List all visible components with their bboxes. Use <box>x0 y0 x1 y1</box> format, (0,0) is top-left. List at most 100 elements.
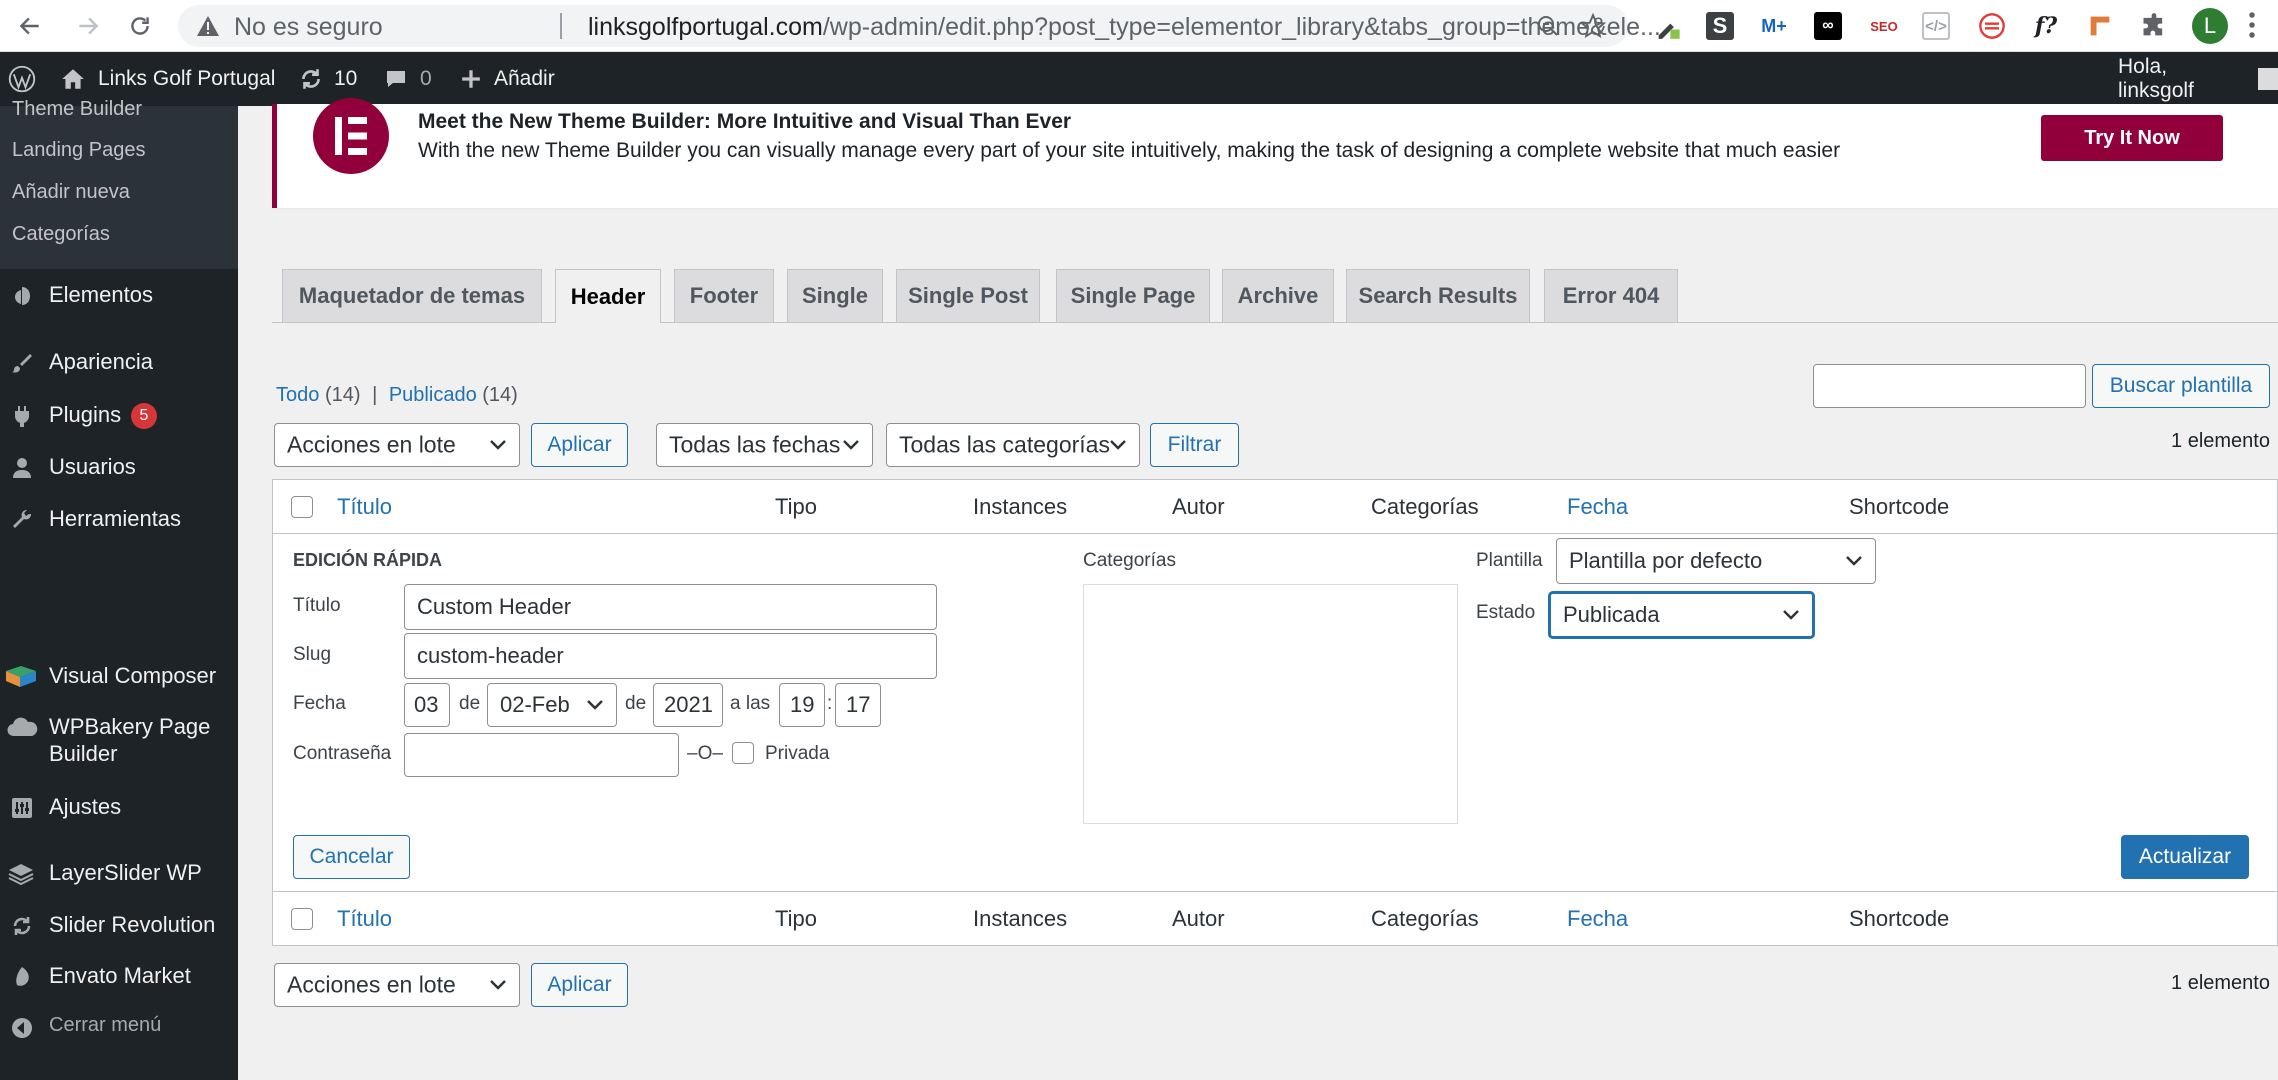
filter-all-link[interactable]: Todo <box>276 384 319 406</box>
tab-search-results[interactable]: Search Results <box>1346 269 1530 322</box>
comments-link[interactable]: 0 <box>384 52 432 106</box>
bookmark-star-icon[interactable] <box>1579 12 1607 44</box>
chevron-down-icon <box>1783 610 1799 620</box>
sidebar-item-slider-revolution[interactable]: Slider Revolution <box>0 912 238 944</box>
submenu-categories[interactable]: Categorías <box>12 223 110 246</box>
template-select[interactable]: Plantilla por defecto <box>1556 538 1876 584</box>
date-at-label: a las <box>730 693 771 714</box>
warning-icon[interactable] <box>196 15 220 42</box>
eyedropper-extension-icon[interactable] <box>1652 10 1684 42</box>
apply-button-top[interactable]: Aplicar <box>531 423 628 467</box>
status-select[interactable]: Publicada <box>1549 592 1814 638</box>
minute-input[interactable]: 17 <box>835 683 881 727</box>
insecure-label[interactable]: No es seguro <box>234 13 383 42</box>
column-date-footer[interactable]: Fecha <box>1567 906 1628 932</box>
year-input[interactable]: 2021 <box>653 683 723 727</box>
chevron-down-icon <box>490 440 506 450</box>
column-title-footer[interactable]: Título <box>337 906 392 932</box>
tab-footer[interactable]: Footer <box>674 269 774 322</box>
bulk-actions-select-bottom[interactable]: Acciones en lote <box>274 963 520 1007</box>
s-extension-icon[interactable]: S <box>1706 12 1734 40</box>
cancel-button[interactable]: Cancelar <box>293 835 410 879</box>
search-templates-input[interactable] <box>1813 364 2086 408</box>
categories-checklist[interactable] <box>1083 584 1458 824</box>
reload-icon[interactable] <box>122 8 158 44</box>
submenu-landing-pages[interactable]: Landing Pages <box>12 139 145 162</box>
notice-body: With the new Theme Builder you can visua… <box>418 139 1841 162</box>
templates-submenu: Theme Builder Landing Pages Añadir nueva… <box>0 98 238 269</box>
font-extension-icon[interactable]: f? <box>2030 10 2062 42</box>
slug-input[interactable]: custom-header <box>404 633 937 679</box>
ruler-extension-icon[interactable] <box>2084 10 2116 42</box>
collapse-icon <box>12 1018 32 1038</box>
filter-button[interactable]: Filtrar <box>1150 423 1239 467</box>
column-title-header[interactable]: Título <box>337 494 392 520</box>
submenu-theme-builder[interactable]: Theme Builder <box>12 98 142 121</box>
categories-select[interactable]: Todas las categorías <box>886 423 1140 467</box>
column-date-header[interactable]: Fecha <box>1567 494 1628 520</box>
hour-input[interactable]: 19 <box>779 683 825 727</box>
sidebar-item-label-line2: Builder <box>49 741 118 766</box>
sidebar-item-herramientas[interactable]: Herramientas <box>0 506 238 538</box>
table-footer-row: Título Tipo Instances Autor Categorías F… <box>273 891 2277 945</box>
filter-published-link[interactable]: Publicado <box>389 384 477 406</box>
apply-button-bottom[interactable]: Aplicar <box>531 963 628 1007</box>
updates-count: 10 <box>334 67 358 90</box>
url-text[interactable]: linksgolfportugal.com/wp-admin/edit.php?… <box>588 13 1661 42</box>
template-label: Plantilla <box>1476 550 1543 571</box>
sidebar-item-layerslider[interactable]: LayerSlider WP <box>0 860 238 892</box>
sidebar-item-envato-market[interactable]: Envato Market <box>0 963 238 995</box>
add-new-link[interactable]: Añadir <box>460 52 555 106</box>
url-host: linksgolfportugal.com <box>588 13 823 41</box>
sidebar-item-ajustes[interactable]: Ajustes <box>0 794 238 826</box>
search-templates-button[interactable]: Buscar plantilla <box>2092 364 2270 408</box>
submenu-add-new[interactable]: Añadir nueva <box>12 181 130 204</box>
select-all-checkbox-bottom[interactable] <box>291 908 313 930</box>
infinity-extension-icon[interactable]: ∞ <box>1814 12 1842 40</box>
try-it-now-button[interactable]: Try It Now <box>2041 115 2223 161</box>
back-icon[interactable] <box>12 8 48 44</box>
chrome-menu-icon[interactable] <box>2248 10 2256 45</box>
slug-label: Slug <box>293 644 332 665</box>
seo-extension-icon[interactable]: SEO <box>1868 10 1900 42</box>
tab-theme-builder[interactable]: Maquetador de temas <box>282 269 542 322</box>
private-checkbox[interactable] <box>732 742 754 764</box>
tab-single-page[interactable]: Single Page <box>1056 269 1210 322</box>
day-input[interactable]: 03 <box>404 683 450 727</box>
sidebar-item-label: Cerrar menú <box>49 1014 162 1036</box>
zoom-icon[interactable] <box>1536 14 1560 43</box>
update-button[interactable]: Actualizar <box>2121 835 2249 879</box>
month-select[interactable]: 02-Feb <box>487 683 617 727</box>
quick-edit-row: EDICIÓN RÁPIDA Título Custom Header Slug… <box>273 534 2277 891</box>
select-all-checkbox-top[interactable] <box>291 496 313 518</box>
code-extension-icon[interactable]: </> <box>1922 12 1950 40</box>
tab-archive[interactable]: Archive <box>1222 269 1334 322</box>
user-avatar[interactable] <box>2258 68 2278 90</box>
sidebar-item-elementos[interactable]: Elementos <box>0 282 238 314</box>
sidebar-item-wpbakery[interactable]: WPBakery Page Builder <box>0 714 238 772</box>
bulk-actions-select-top[interactable]: Acciones en lote <box>274 423 520 467</box>
theme-builder-notice: Meet the New Theme Builder: More Intuiti… <box>272 98 2278 208</box>
tab-error-404[interactable]: Error 404 <box>1544 269 1678 322</box>
password-input[interactable] <box>404 733 679 777</box>
sidebar-item-apariencia[interactable]: Apariencia <box>0 349 238 381</box>
collapse-menu-button[interactable]: Cerrar menú <box>0 1014 238 1046</box>
year-value: 2021 <box>664 692 713 717</box>
sidebar-item-visual-composer[interactable]: Visual Composer <box>0 663 238 695</box>
sidebar-item-label: Ajustes <box>49 794 122 819</box>
puzzle-extensions-icon[interactable] <box>2138 10 2170 42</box>
home-icon <box>62 69 84 89</box>
tab-header[interactable]: Header <box>555 269 661 323</box>
sidebar-item-plugins[interactable]: Plugins 5 <box>0 402 238 434</box>
movistar-extension-icon[interactable]: M+ <box>1758 10 1790 42</box>
tab-single[interactable]: Single <box>787 269 883 322</box>
tab-single-post[interactable]: Single Post <box>896 269 1040 322</box>
profile-avatar[interactable]: L <box>2192 8 2228 44</box>
dates-select[interactable]: Todas las fechas <box>656 423 873 467</box>
sidebar-item-usuarios[interactable]: Usuarios <box>0 454 238 486</box>
address-bar[interactable]: No es seguro linksgolfportugal.com/wp-ad… <box>178 5 1661 47</box>
title-input[interactable]: Custom Header <box>404 584 937 630</box>
forward-icon[interactable] <box>70 8 106 44</box>
red-circle-extension-icon[interactable] <box>1976 10 2008 42</box>
account-link[interactable]: Hola, linksgolf <box>2118 52 2278 106</box>
